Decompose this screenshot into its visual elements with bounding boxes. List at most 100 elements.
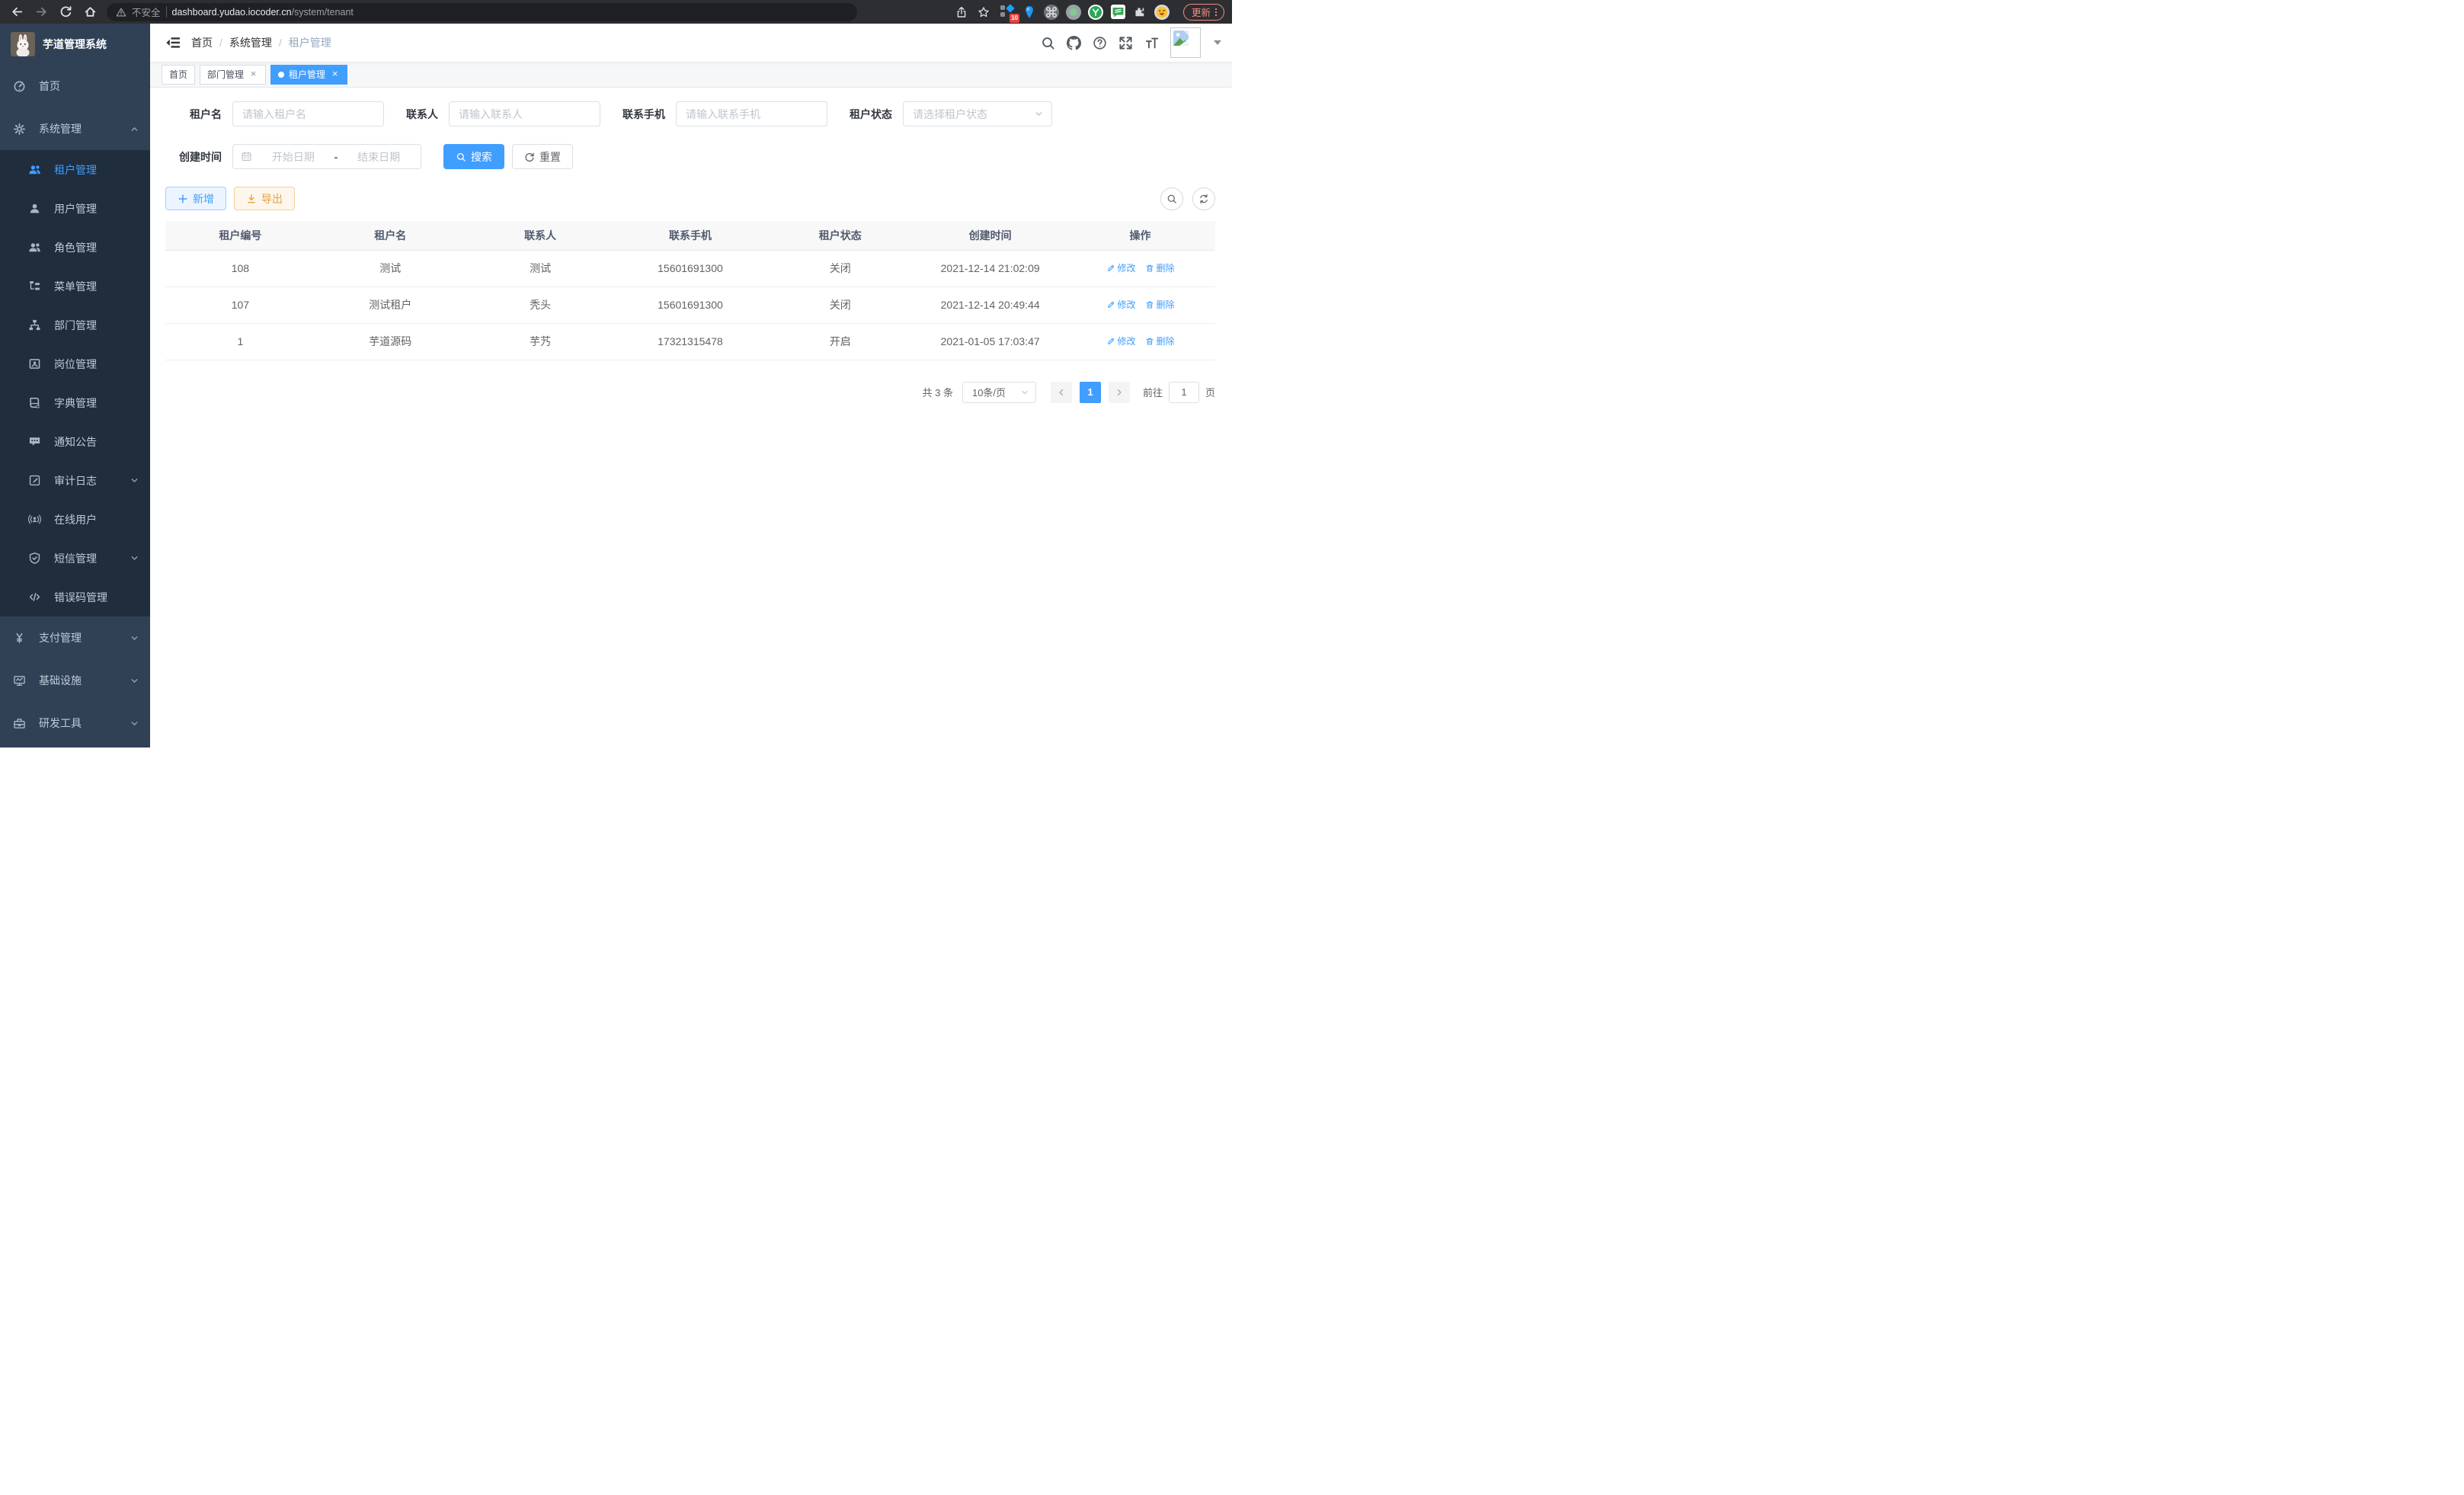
sidebar-item-user[interactable]: 用户管理 bbox=[0, 189, 150, 228]
mobile-cell: 17321315478 bbox=[616, 323, 766, 360]
delete-tenant-button[interactable]: 删除 bbox=[1145, 335, 1175, 347]
url-bar[interactable]: 不安全 dashboard.yudao.iocoder.cn/system/te… bbox=[107, 3, 857, 21]
delete-tenant-button[interactable]: 删除 bbox=[1145, 298, 1175, 311]
page-content: 租户名 联系人 联系手机 租户状态 请选择租户状态 bbox=[150, 88, 1232, 748]
extension-recorder-icon[interactable] bbox=[1065, 3, 1083, 21]
share-icon[interactable] bbox=[952, 3, 971, 21]
tenant-id-cell: 1 bbox=[165, 323, 315, 360]
bookmark-star-icon[interactable] bbox=[974, 3, 993, 21]
extension-userscripts-icon[interactable]: 10 bbox=[999, 3, 1016, 21]
goto-page-input[interactable] bbox=[1169, 382, 1199, 403]
sidebar-item-tenant[interactable]: 租户管理 bbox=[0, 150, 150, 189]
sidebar-item-dict[interactable]: 字典管理 bbox=[0, 383, 150, 422]
contact-cell: 芋艿 bbox=[466, 323, 616, 360]
sidebar-item-sms[interactable]: 短信管理 bbox=[0, 539, 150, 578]
tenant-id-cell: 108 bbox=[165, 250, 315, 287]
sidebar-item-label: 审计日志 bbox=[54, 473, 130, 488]
actions-cell: 修改删除 bbox=[1065, 323, 1215, 360]
created-time-cell: 2021-12-14 20:49:44 bbox=[915, 287, 1065, 323]
tab-close-icon[interactable]: × bbox=[248, 69, 258, 79]
logo-image bbox=[11, 32, 35, 56]
update-button[interactable]: 更新 bbox=[1183, 4, 1224, 21]
github-icon[interactable] bbox=[1067, 36, 1081, 50]
sidebar-item-label: 支付管理 bbox=[39, 630, 130, 645]
screen: 不安全 dashboard.yudao.iocoder.cn/system/te… bbox=[0, 0, 1232, 748]
edit-tenant-button[interactable]: 修改 bbox=[1106, 298, 1136, 311]
forward-icon[interactable] bbox=[32, 3, 50, 21]
fullscreen-icon[interactable] bbox=[1118, 36, 1133, 50]
reload-icon[interactable] bbox=[56, 3, 75, 21]
tab-tenant[interactable]: 租户管理× bbox=[270, 65, 347, 85]
breadcrumb-home[interactable]: 首页 bbox=[191, 35, 213, 50]
sidebar-item-home[interactable]: 首页 bbox=[0, 65, 150, 107]
sidebar-item-role[interactable]: 角色管理 bbox=[0, 228, 150, 267]
extension-yuque-icon[interactable] bbox=[1087, 3, 1105, 21]
page-size-select[interactable]: 10条/页 bbox=[962, 382, 1036, 403]
roles-icon bbox=[28, 241, 41, 254]
contact-input[interactable] bbox=[449, 101, 600, 126]
sidebar-item-post[interactable]: 岗位管理 bbox=[0, 344, 150, 383]
current-page-button[interactable]: 1 bbox=[1080, 382, 1101, 403]
date-end-placeholder: 结束日期 bbox=[344, 149, 413, 165]
filter-create-time: 创建时间 开始日期 - 结束日期 bbox=[165, 144, 421, 169]
tab-label: 部门管理 bbox=[207, 68, 244, 81]
add-button[interactable]: 新增 bbox=[165, 187, 226, 210]
breadcrumb-system[interactable]: 系统管理 bbox=[229, 35, 272, 50]
app-logo[interactable]: 芋道管理系统 bbox=[0, 24, 150, 65]
tenant-name-input[interactable] bbox=[232, 101, 384, 126]
kebab-menu-icon[interactable] bbox=[1211, 7, 1221, 18]
edit-tenant-button[interactable]: 修改 bbox=[1106, 335, 1136, 347]
edit-tenant-button[interactable]: 修改 bbox=[1106, 261, 1136, 274]
avatar-caret-down-icon[interactable] bbox=[1214, 40, 1221, 45]
table-toolbar-right bbox=[1151, 187, 1215, 210]
reset-button[interactable]: 重置 bbox=[512, 144, 573, 169]
export-button[interactable]: 导出 bbox=[234, 187, 295, 210]
help-icon[interactable] bbox=[1093, 36, 1107, 50]
extension-command-icon[interactable] bbox=[1043, 3, 1061, 21]
search-icon[interactable] bbox=[1041, 36, 1055, 50]
refresh-table-button[interactable] bbox=[1192, 187, 1215, 210]
sidebar-toggle-icon[interactable] bbox=[165, 35, 181, 50]
sidebar-item-dept[interactable]: 部门管理 bbox=[0, 306, 150, 344]
toggle-search-button[interactable] bbox=[1160, 187, 1183, 210]
created-time-cell: 2021-12-14 21:02:09 bbox=[915, 250, 1065, 287]
filter-mobile: 联系手机 bbox=[622, 101, 827, 126]
date-range-picker[interactable]: 开始日期 - 结束日期 bbox=[232, 144, 421, 169]
sidebar-item-menu[interactable]: 菜单管理 bbox=[0, 267, 150, 306]
status-select[interactable]: 请选择租户状态 bbox=[903, 101, 1052, 126]
sidebar-item-infra[interactable]: 基础设施 bbox=[0, 659, 150, 702]
extension-emoji-icon[interactable] bbox=[1154, 3, 1171, 21]
sidebar-item-system[interactable]: 系统管理 bbox=[0, 107, 150, 150]
sidebar-item-label: 基础设施 bbox=[39, 673, 130, 688]
search-icon bbox=[1166, 194, 1177, 204]
status-cell: 关闭 bbox=[765, 250, 915, 287]
prev-page-button[interactable] bbox=[1051, 382, 1072, 403]
font-size-icon[interactable] bbox=[1144, 36, 1159, 50]
sidebar-item-errorcode[interactable]: 错误码管理 bbox=[0, 578, 150, 616]
sidebar-item-pay[interactable]: 支付管理 bbox=[0, 616, 150, 659]
actions-cell: 修改删除 bbox=[1065, 250, 1215, 287]
search-button[interactable]: 搜索 bbox=[443, 144, 504, 169]
mobile-input[interactable] bbox=[676, 101, 827, 126]
delete-tenant-button[interactable]: 删除 bbox=[1145, 261, 1175, 274]
sidebar-item-notice[interactable]: 通知公告 bbox=[0, 422, 150, 461]
filter-row-2: 创建时间 开始日期 - 结束日期 搜索 重置 bbox=[165, 144, 1215, 169]
extension-chat-icon[interactable] bbox=[1109, 3, 1127, 21]
breadcrumb: 首页 / 系统管理 / 租户管理 bbox=[191, 35, 331, 50]
chevron-right-icon bbox=[1115, 388, 1124, 397]
filter-contact: 联系人 bbox=[406, 101, 600, 126]
table-header-row: 租户编号租户名联系人联系手机租户状态创建时间操作 bbox=[165, 221, 1215, 250]
tab-close-icon[interactable]: × bbox=[330, 69, 340, 79]
tab-dept[interactable]: 部门管理 × bbox=[200, 65, 266, 85]
extension-pin-icon[interactable] bbox=[1021, 3, 1038, 21]
extension-puzzle-icon[interactable] bbox=[1131, 3, 1149, 21]
avatar[interactable] bbox=[1170, 27, 1201, 58]
next-page-button[interactable] bbox=[1109, 382, 1130, 403]
sidebar-item-auditlog[interactable]: 审计日志 bbox=[0, 461, 150, 500]
back-icon[interactable] bbox=[8, 3, 26, 21]
home-icon[interactable] bbox=[81, 3, 99, 21]
sidebar-item-devtool[interactable]: 研发工具 bbox=[0, 702, 150, 744]
column-header: 联系人 bbox=[466, 221, 616, 250]
sidebar-item-online[interactable]: 在线用户 bbox=[0, 500, 150, 539]
tab-home[interactable]: 首页 bbox=[162, 65, 195, 85]
